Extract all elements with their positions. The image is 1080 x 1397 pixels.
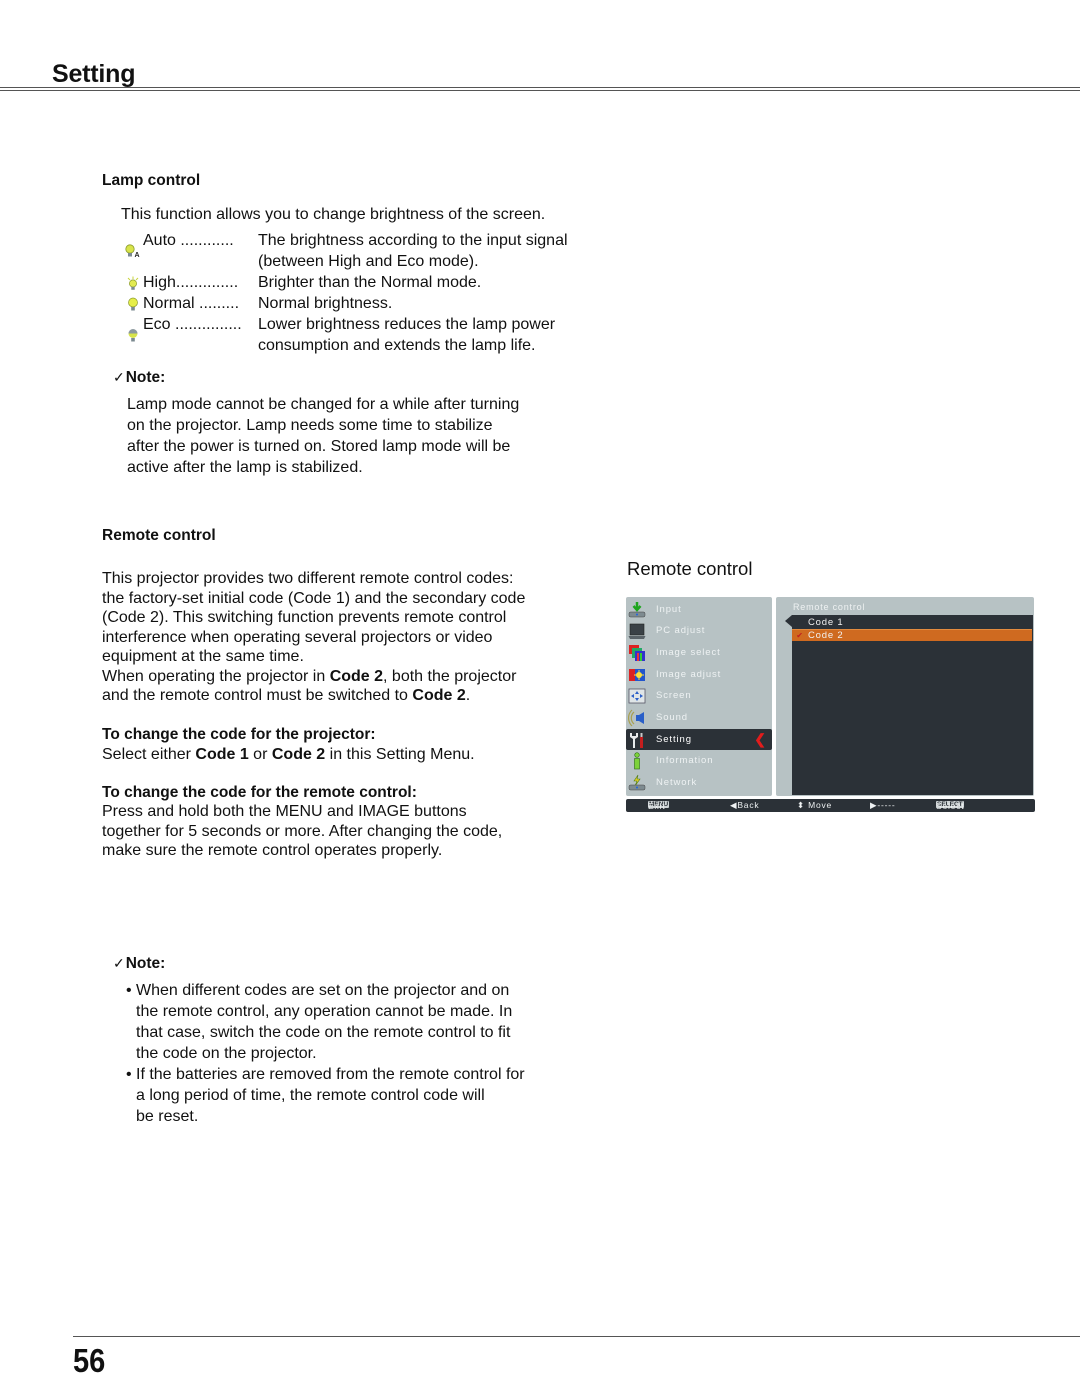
- note-bullet: • When different codes are set on the pr…: [126, 982, 513, 1062]
- submenu-panel: [792, 615, 1033, 795]
- check-icon: ✓: [113, 955, 125, 971]
- sound-icon: [628, 709, 644, 726]
- note-bullet: • If the batteries are removed from the …: [126, 1066, 525, 1125]
- lamp-control-intro: This function allows you to change brigh…: [121, 206, 546, 223]
- remote-control-intro: This projector provides two different re…: [102, 570, 526, 704]
- image-adjust-icon: [629, 668, 645, 681]
- footer-rule: [73, 1336, 1080, 1337]
- setting-icon: [630, 732, 643, 748]
- image-select-icon: [629, 644, 645, 661]
- lamp-eco-icon: [123, 314, 143, 356]
- menu-item-screen[interactable]: Screen: [626, 685, 772, 706]
- option-code-1[interactable]: Code 1: [792, 617, 1032, 628]
- screen-icon: [628, 688, 646, 703]
- lamp-mode-eco: Eco ............... Lower brightness red…: [123, 314, 608, 356]
- menu-item-image-adjust[interactable]: Image adjust: [626, 664, 772, 685]
- osd-menu-screenshot: Input PC adjust Image select Image adjus…: [626, 597, 1036, 814]
- header-rule-secondary: [0, 90, 1080, 91]
- submenu-title: Remote control: [793, 602, 866, 612]
- menu-item-network[interactable]: Network: [626, 772, 772, 793]
- lamp-control-heading: Lamp control: [102, 172, 201, 189]
- lamp-normal-icon: [123, 293, 143, 314]
- menu-item-sound[interactable]: Sound: [626, 707, 772, 728]
- remote-code-heading: To change the code for the remote contro…: [102, 784, 417, 801]
- information-icon: [634, 751, 640, 769]
- page-title: Setting: [52, 60, 136, 88]
- lamp-auto-icon: A: [123, 230, 143, 272]
- remote-code-text: Press and hold both the MENU and IMAGE b…: [102, 803, 503, 859]
- option-code-2[interactable]: ✔ Code 2: [792, 629, 1032, 641]
- osd-section-title: Remote control: [627, 558, 753, 579]
- remote-note-bullets: • When different codes are set on the pr…: [126, 980, 586, 1127]
- menu-item-setting[interactable]: Setting ❮: [626, 729, 772, 750]
- menu-item-image-select[interactable]: Image select: [626, 642, 772, 663]
- header-rule: [0, 87, 1080, 88]
- remote-note-heading: ✓Note:: [113, 955, 166, 972]
- lamp-mode-normal: Normal ......... Normal brightness.: [123, 293, 608, 314]
- active-arrow-icon: ❮: [754, 731, 766, 747]
- projector-code-heading: To change the code for the projector:: [102, 726, 376, 743]
- osd-footer-bar: MENU Exit ◀Back ⬍ Move ▶----- SELECT Selec…: [626, 799, 1035, 812]
- osd-submenu: Remote control Code 1 ✔ Code 2: [776, 597, 1034, 796]
- network-icon: [628, 774, 646, 790]
- lamp-mode-auto: A Auto ............ The brightness accor…: [123, 230, 608, 272]
- osd-main-menu: Input PC adjust Image select Image adjus…: [626, 597, 772, 796]
- footer-back: ◀Back: [730, 800, 760, 810]
- lamp-mode-high: High.............. Brighter than the Nor…: [123, 272, 608, 293]
- lamp-note-text: Lamp mode cannot be changed for a while …: [127, 396, 520, 476]
- input-icon: [628, 601, 646, 617]
- pc-adjust-icon: [628, 623, 646, 639]
- remote-control-heading: Remote control: [102, 527, 216, 544]
- lamp-mode-list: A Auto ............ The brightness accor…: [123, 230, 608, 356]
- footer-next: ▶-----: [870, 800, 896, 810]
- check-mark-icon: ✔: [796, 631, 804, 640]
- lamp-high-icon: [123, 272, 143, 293]
- menu-item-input[interactable]: Input: [626, 599, 772, 620]
- check-icon: ✓: [113, 369, 125, 385]
- svg-text:A: A: [135, 252, 140, 258]
- page-number: 56: [73, 1342, 106, 1379]
- menu-item-pc-adjust[interactable]: PC adjust: [626, 620, 772, 641]
- footer-move: ⬍ Move: [797, 800, 833, 810]
- projector-code-text: Select either Code 1 or Code 2 in this S…: [102, 746, 475, 763]
- menu-item-information[interactable]: Information: [626, 750, 772, 771]
- lamp-note-heading: ✓Note:: [113, 369, 166, 386]
- submenu-pointer-icon: [785, 615, 792, 627]
